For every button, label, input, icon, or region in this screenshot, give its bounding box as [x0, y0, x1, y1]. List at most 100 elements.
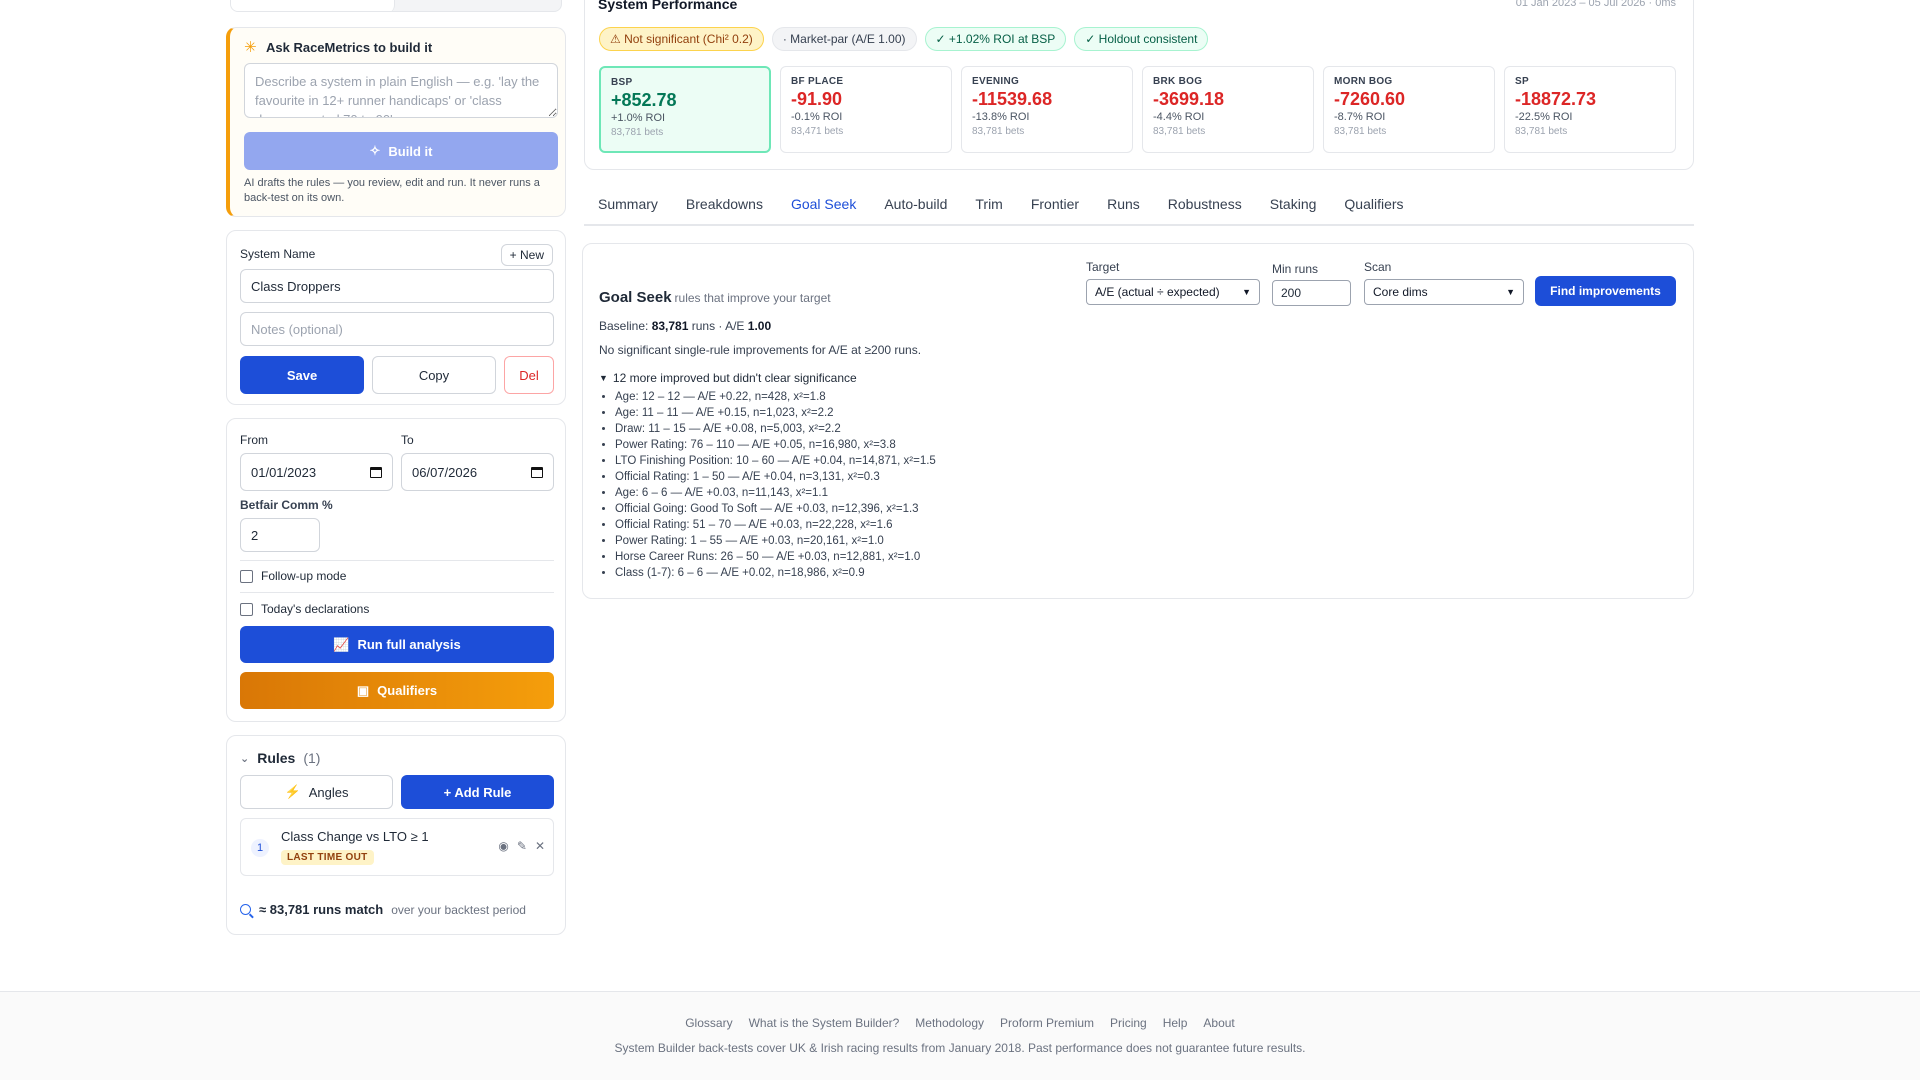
footer-link-methodology[interactable]: Methodology [915, 1016, 984, 1030]
footer-link-help[interactable]: Help [1163, 1016, 1188, 1030]
holdout-pill: ✓ Holdout consistent [1074, 27, 1209, 51]
from-date-value: 01/01/2023 [251, 464, 317, 480]
rules-header[interactable]: ⌄ Rules (1) [240, 750, 320, 766]
metric-value: +852.78 [611, 90, 677, 110]
footer-link-pricing[interactable]: Pricing [1110, 1016, 1147, 1030]
goal-seek-title: Goal Seek rules that improve your target [599, 289, 831, 306]
calendar-icon[interactable] [531, 466, 543, 478]
tab-frontier[interactable]: Frontier [1017, 188, 1093, 226]
scan-label: Scan [1364, 260, 1392, 274]
to-date-input[interactable]: 06/07/2026 [401, 453, 554, 491]
list-item: Official Rating: 1 – 50 — A/E +0.04, n=3… [615, 469, 936, 485]
tab-trim[interactable]: Trim [961, 188, 1016, 226]
footer-link-proform-premium[interactable]: Proform Premium [1000, 1016, 1094, 1030]
roi-pill: ✓ +1.02% ROI at BSP [924, 27, 1067, 51]
add-rule-button[interactable]: + Add Rule [401, 775, 554, 809]
list-item: Age: 12 – 12 — A/E +0.22, n=428, x²=1.8 [615, 389, 936, 405]
more-improvements-toggle[interactable]: ▼ 12 more improved but didn't clear sign… [599, 371, 857, 385]
mode-tab-active[interactable] [231, 0, 395, 11]
sparkle-icon: ✧ [369, 143, 381, 158]
goal-seek-subtitle: rules that improve your target [674, 291, 831, 305]
triangle-down-icon[interactable]: ▼ [599, 373, 608, 383]
save-button[interactable]: Save [240, 356, 364, 394]
metric-roi: -8.7% ROI [1334, 111, 1386, 123]
notes-input[interactable]: Notes (optional) [240, 312, 554, 346]
metric-card-morn-bog[interactable]: MORN BOG -7260.60 -8.7% ROI 83,781 bets [1323, 66, 1495, 153]
chevron-down-icon: ▼ [1506, 287, 1515, 297]
metric-roi: -13.8% ROI [972, 111, 1030, 123]
metric-card-evening[interactable]: EVENING -11539.68 -13.8% ROI 83,781 bets [961, 66, 1133, 153]
metric-card-sp[interactable]: SP -18872.73 -22.5% ROI 83,781 bets [1504, 66, 1676, 153]
tab-robustness[interactable]: Robustness [1154, 188, 1256, 226]
followup-mode-row[interactable]: Follow-up mode [240, 569, 346, 583]
declarations-row[interactable]: Today's declarations [240, 602, 369, 616]
scan-select[interactable]: Core dims ▼ [1364, 279, 1524, 305]
followup-mode-label: Follow-up mode [261, 569, 347, 583]
system-name-input[interactable]: Class Droppers [240, 269, 554, 303]
divider [240, 560, 554, 561]
metric-value: -3699.18 [1153, 89, 1225, 109]
footer-link-what-is[interactable]: What is the System Builder? [749, 1016, 900, 1030]
chevron-down-icon: ▼ [1242, 287, 1251, 297]
build-it-button[interactable]: ✧ Build it [244, 132, 558, 170]
chevron-down-icon[interactable]: ⌄ [240, 752, 249, 765]
footer-link-about[interactable]: About [1203, 1016, 1234, 1030]
from-date-input[interactable]: 01/01/2023 [240, 453, 393, 491]
footer-link-glossary[interactable]: Glossary [685, 1016, 732, 1030]
tab-qualifiers[interactable]: Qualifiers [1330, 188, 1417, 226]
system-card: System Name + New Class Droppers Notes (… [226, 230, 566, 405]
list-item: Age: 11 – 11 — A/E +0.15, n=1,023, x²=2.… [615, 405, 936, 421]
followup-mode-checkbox[interactable] [240, 569, 253, 583]
footer-disclaimer: System Builder back-tests cover UK & Iri… [614, 1041, 1306, 1055]
tab-auto-build[interactable]: Auto-build [870, 188, 961, 226]
rule-item[interactable]: 1 Class Change vs LTO ≥ 1 LAST TIME OUT … [240, 818, 554, 876]
target-select[interactable]: A/E (actual ÷ expected) ▼ [1086, 279, 1260, 305]
baseline-text: Baseline: 83,781 runs · A/E 1.00 [599, 319, 771, 333]
mode-tabs[interactable] [230, 0, 562, 12]
metric-roi: -4.4% ROI [1153, 111, 1205, 123]
metric-value: -11539.68 [972, 89, 1053, 109]
tab-summary[interactable]: Summary [584, 188, 672, 226]
metric-card-brk-bog[interactable]: BRK BOG -3699.18 -4.4% ROI 83,781 bets [1142, 66, 1314, 153]
list-item: Official Rating: 51 – 70 — A/E +0.03, n=… [615, 517, 936, 533]
improvement-list: Age: 12 – 12 — A/E +0.22, n=428, x²=1.8 … [615, 389, 936, 581]
tab-goal-seek[interactable]: Goal Seek [777, 188, 870, 226]
tab-breakdowns[interactable]: Breakdowns [672, 188, 777, 226]
pencil-icon[interactable]: ✎ [517, 839, 527, 853]
runs-match: ≈ 83,781 runs match over your backtest p… [240, 902, 526, 917]
delete-button[interactable]: Del [504, 356, 554, 394]
calendar-icon: ▣ [356, 682, 370, 698]
list-item: Power Rating: 76 – 110 — A/E +0.05, n=16… [615, 437, 936, 453]
rule-title: Class Change vs LTO ≥ 1 [281, 829, 429, 844]
metric-label: BF PLACE [791, 76, 844, 87]
close-icon[interactable]: ✕ [535, 839, 545, 853]
ai-prompt-input[interactable]: Describe a system in plain English — e.g… [244, 63, 558, 118]
run-full-analysis-button[interactable]: 📈 Run full analysis [240, 626, 554, 663]
copy-button[interactable]: Copy [372, 356, 496, 394]
significance-pill: ⚠ Not significant (Chi² 0.2) [599, 27, 764, 51]
betfair-comm-input[interactable]: 2 [240, 518, 320, 552]
significance-pills: ⚠ Not significant (Chi² 0.2) · Market-pa… [599, 27, 1209, 51]
find-improvements-button[interactable]: Find improvements [1535, 276, 1676, 306]
qualifiers-button[interactable]: ▣ Qualifiers [240, 672, 554, 709]
min-runs-input[interactable]: 200 [1272, 280, 1351, 306]
metric-card-bf-place[interactable]: BF PLACE -91.90 -0.1% ROI 83,471 bets [780, 66, 952, 153]
baseline-ae: 1.00 [747, 319, 772, 333]
list-item: Power Rating: 1 – 55 — A/E +0.03, n=20,1… [615, 533, 936, 549]
calendar-icon[interactable] [370, 466, 382, 478]
analysis-tabs: Summary Breakdowns Goal Seek Auto-build … [584, 188, 1694, 226]
rules-heading: Rules [257, 750, 296, 766]
metric-bets: 83,781 bets [1153, 126, 1206, 137]
rule-badge: LAST TIME OUT [281, 850, 374, 865]
new-system-button[interactable]: + New [500, 244, 553, 266]
from-label: From [240, 433, 268, 447]
ai-builder-card: ✳ Ask RaceMetrics to build it Describe a… [226, 27, 566, 217]
tab-runs[interactable]: Runs [1093, 188, 1154, 226]
metric-card-bsp[interactable]: BSP +852.78 +1.0% ROI 83,781 bets [599, 66, 771, 153]
eye-icon[interactable]: ◉ [498, 839, 508, 853]
declarations-checkbox[interactable] [240, 602, 253, 616]
angles-button[interactable]: ⚡ Angles [240, 775, 393, 809]
list-item: LTO Finishing Position: 10 – 60 — A/E +0… [615, 453, 936, 469]
tab-staking[interactable]: Staking [1256, 188, 1331, 226]
metric-value: -7260.60 [1334, 89, 1406, 109]
